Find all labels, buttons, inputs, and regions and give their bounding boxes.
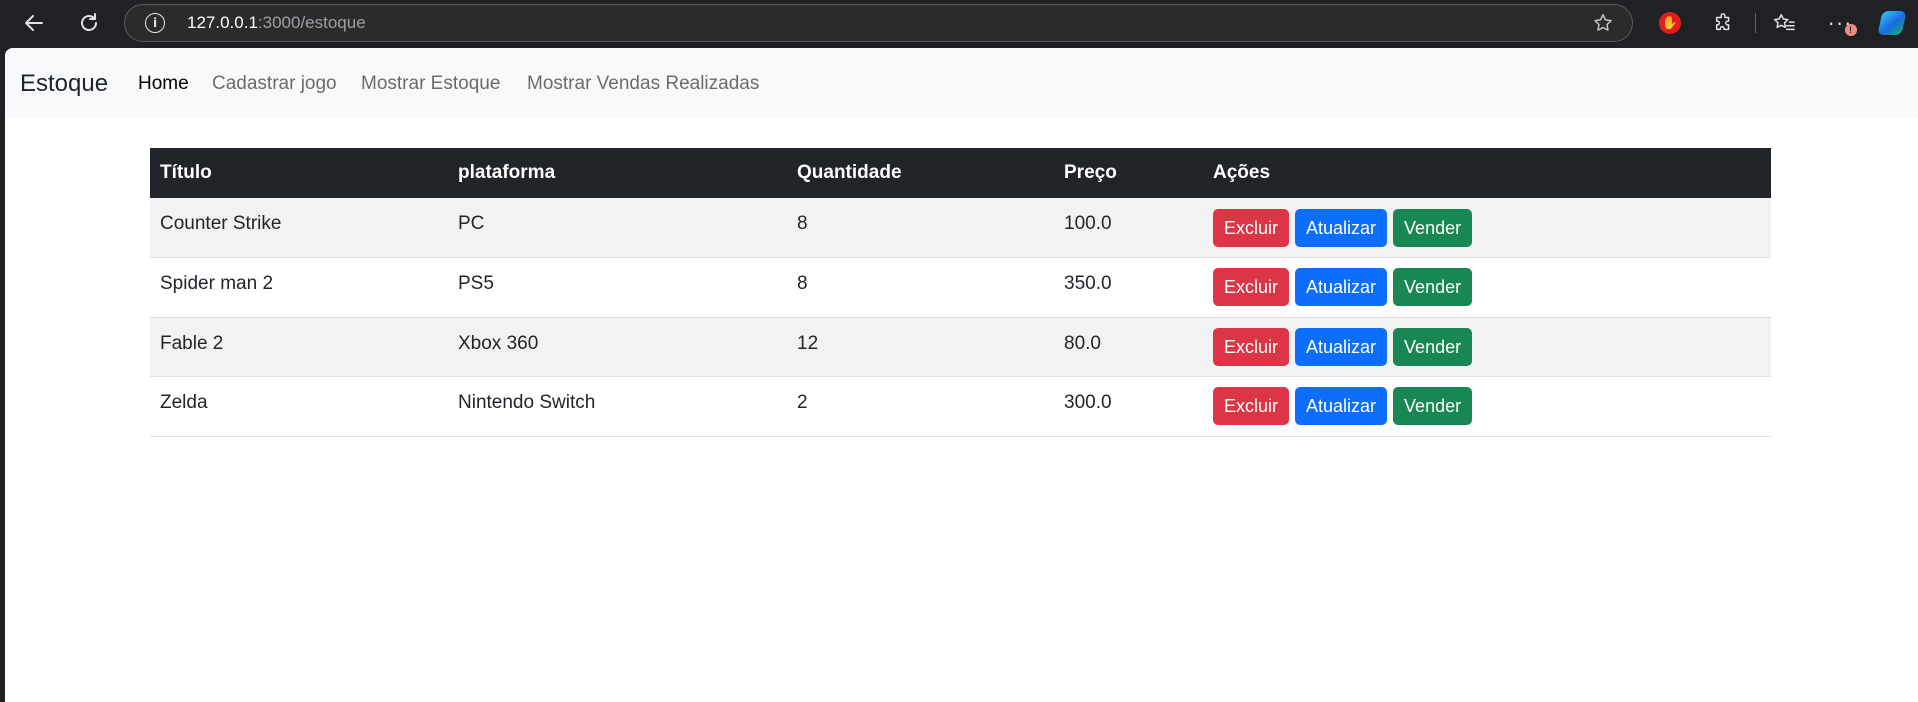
table-row: Zelda Nintendo Switch 2 300.0 Excluir Atu…: [150, 376, 1771, 437]
header-acoes: Ações: [1203, 148, 1771, 198]
update-button[interactable]: Atualizar: [1295, 268, 1388, 307]
table-header-row: Título plataforma Quantidade Preço Ações: [150, 148, 1771, 198]
nav-link-home[interactable]: Home: [138, 73, 189, 95]
cell-preco: 100.0: [1054, 198, 1203, 258]
nav-link-cadastrar-jogo[interactable]: Cadastrar jogo: [212, 73, 337, 95]
toolbar-divider: [1755, 13, 1756, 33]
url-text[interactable]: 127.0.0.1:3000/estoque: [187, 5, 366, 41]
cell-plataforma: Xbox 360: [448, 317, 787, 377]
notification-badge: !: [1845, 24, 1857, 36]
cell-titulo: Counter Strike: [150, 198, 448, 258]
cell-preco: 80.0: [1054, 317, 1203, 377]
cell-quantidade: 8: [787, 198, 1054, 258]
cell-titulo: Fable 2: [150, 317, 448, 377]
cell-actions: Excluir Atualizar Vender: [1203, 257, 1771, 318]
sell-button[interactable]: Vender: [1393, 327, 1473, 366]
sell-button[interactable]: Vender: [1393, 268, 1473, 307]
cell-actions: Excluir Atualizar Vender: [1203, 198, 1771, 258]
copilot-icon[interactable]: [1877, 8, 1907, 38]
cell-plataforma: Nintendo Switch: [448, 376, 787, 437]
table-row: Counter Strike PC 8 100.0 Excluir Atualiz…: [150, 198, 1771, 258]
favorites-icon[interactable]: [1769, 8, 1799, 38]
cell-actions: Excluir Atualizar Vender: [1203, 317, 1771, 377]
reload-icon[interactable]: [72, 6, 106, 40]
cell-plataforma: PC: [448, 198, 787, 258]
delete-button[interactable]: Excluir: [1213, 327, 1290, 366]
cell-preco: 350.0: [1054, 257, 1203, 318]
table-row: Fable 2 Xbox 360 12 80.0 Excluir Atualiza…: [150, 317, 1771, 377]
sell-button[interactable]: Vender: [1393, 387, 1473, 426]
update-button[interactable]: Atualizar: [1295, 387, 1388, 426]
site-info-icon[interactable]: i: [145, 13, 165, 33]
extensions-puzzle-icon[interactable]: [1709, 8, 1739, 38]
navbar: Estoque Home Cadastrar jogo Mostrar Esto…: [5, 48, 1918, 118]
cell-plataforma: PS5: [448, 257, 787, 318]
nav-link-mostrar-estoque[interactable]: Mostrar Estoque: [361, 73, 500, 95]
address-bar[interactable]: i 127.0.0.1:3000/estoque: [124, 4, 1633, 42]
cell-preco: 300.0: [1054, 376, 1203, 437]
header-titulo: Título: [150, 148, 448, 198]
header-quantidade: Quantidade: [787, 148, 1054, 198]
more-menu-icon[interactable]: ··· !: [1825, 8, 1857, 38]
back-arrow-icon[interactable]: [17, 6, 51, 40]
url-host: 127.0.0.1: [187, 13, 258, 32]
update-button[interactable]: Atualizar: [1295, 327, 1388, 366]
nav-link-mostrar-vendas[interactable]: Mostrar Vendas Realizadas: [527, 73, 759, 95]
cell-titulo: Spider man 2: [150, 257, 448, 318]
navbar-brand[interactable]: Estoque: [20, 70, 108, 98]
stop-hand-extension-icon[interactable]: ✋: [1655, 8, 1685, 38]
delete-button[interactable]: Excluir: [1213, 268, 1290, 307]
cell-actions: Excluir Atualizar Vender: [1203, 376, 1771, 437]
stock-table: Título plataforma Quantidade Preço Ações…: [150, 148, 1771, 437]
cell-quantidade: 12: [787, 317, 1054, 377]
cell-titulo: Zelda: [150, 376, 448, 437]
url-path: :3000/estoque: [257, 13, 366, 32]
update-button[interactable]: Atualizar: [1295, 208, 1388, 247]
delete-button[interactable]: Excluir: [1213, 208, 1290, 247]
bookmark-star-icon[interactable]: [1592, 12, 1614, 39]
cell-quantidade: 8: [787, 257, 1054, 318]
browser-toolbar: i 127.0.0.1:3000/estoque ✋ ··· !: [0, 0, 1918, 46]
header-plataforma: plataforma: [448, 148, 787, 198]
delete-button[interactable]: Excluir: [1213, 387, 1290, 426]
page-viewport: Estoque Home Cadastrar jogo Mostrar Esto…: [5, 48, 1918, 702]
cell-quantidade: 2: [787, 376, 1054, 437]
table-row: Spider man 2 PS5 8 350.0 Excluir Atualiza…: [150, 257, 1771, 318]
header-preco: Preço: [1054, 148, 1203, 198]
sell-button[interactable]: Vender: [1393, 208, 1473, 247]
